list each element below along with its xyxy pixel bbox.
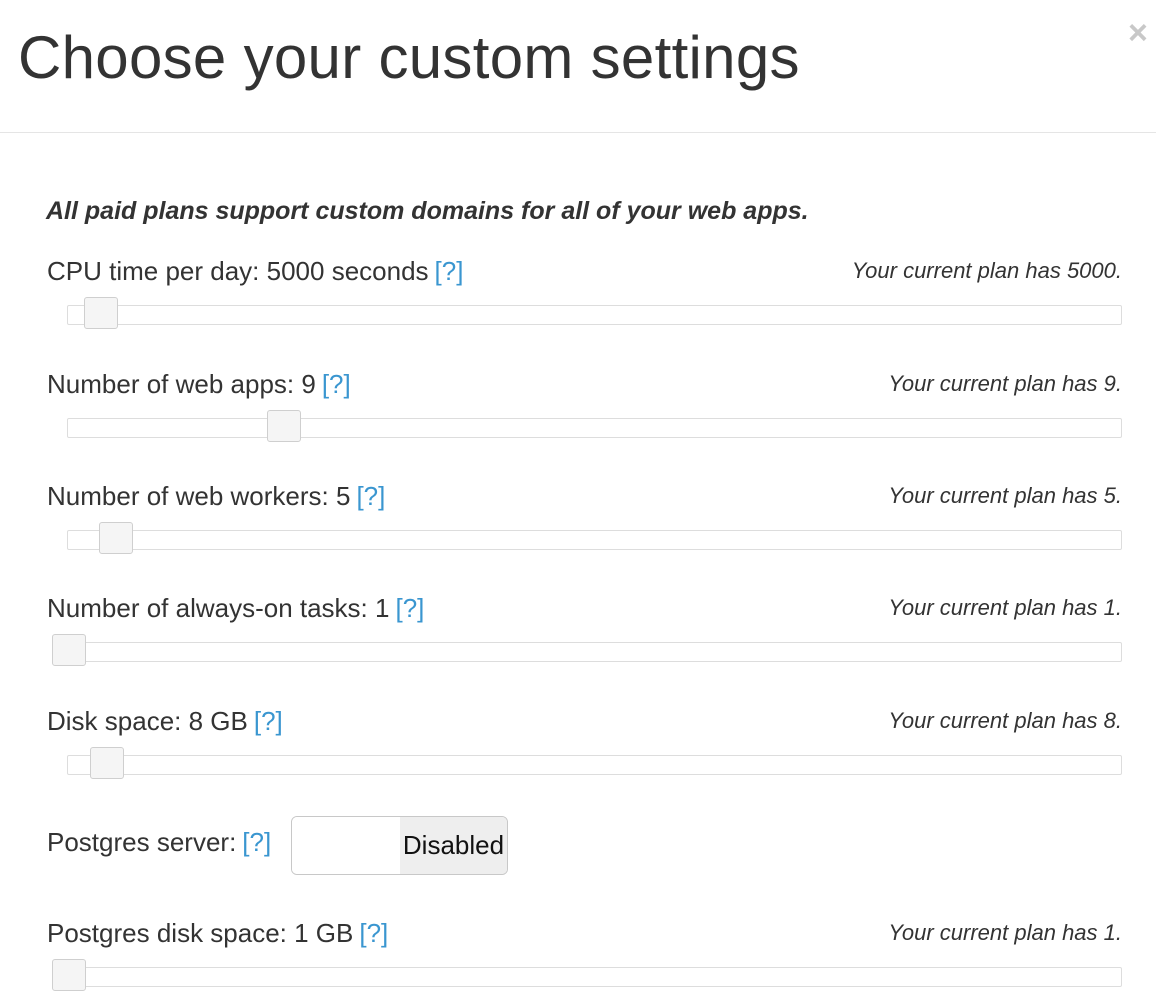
postgres-disk-space-slider-handle[interactable]: [52, 959, 86, 991]
postgres-disk-space-help-link[interactable]: [?]: [359, 918, 388, 948]
web-apps-help-link[interactable]: [?]: [322, 369, 351, 399]
always-on-tasks-slider-handle[interactable]: [52, 634, 86, 666]
dialog-title: Choose your custom settings: [18, 24, 800, 91]
web-apps-slider[interactable]: [67, 410, 1122, 442]
disk-space-slider[interactable]: [67, 747, 1122, 779]
setting-label-text: CPU time per day: 5000 seconds: [47, 256, 429, 286]
web-workers-slider-handle[interactable]: [99, 522, 134, 554]
web-workers-current: Your current plan has 5.: [888, 483, 1122, 508]
setting-label-text: Number of always-on tasks: 1: [47, 593, 390, 623]
web-apps-label: Number of web apps: 9 [?]: [47, 369, 351, 400]
setting-label-text: Postgres disk space: 1 GB: [47, 918, 354, 948]
intro-text: All paid plans support custom domains fo…: [46, 197, 809, 225]
always-on-tasks-help-link[interactable]: [?]: [395, 593, 424, 623]
web-workers-label: Number of web workers: 5 [?]: [47, 481, 385, 512]
setting-label-text: Disk space: 8 GB: [47, 706, 248, 736]
setting-label-text: Number of web apps: 9: [47, 369, 316, 399]
disk-space-current: Your current plan has 8.: [888, 708, 1122, 733]
dialog-header: Choose your custom settings ×: [0, 0, 1156, 133]
cpu-time-help-link[interactable]: [?]: [435, 256, 464, 286]
cpu-time-slider-handle[interactable]: [83, 297, 118, 329]
always-on-tasks-label: Number of always-on tasks: 1 [?]: [47, 593, 424, 624]
toggle-off-side: [292, 817, 400, 874]
postgres-server-toggle[interactable]: Disabled: [291, 816, 508, 875]
postgres-server-label: Postgres server: [?]: [47, 827, 271, 858]
setting-label-text: Number of web workers: 5: [47, 481, 351, 511]
cpu-time-label: CPU time per day: 5000 seconds [?]: [47, 256, 463, 287]
always-on-tasks-slider[interactable]: [52, 634, 1122, 666]
web-workers-slider[interactable]: [67, 522, 1122, 554]
disk-space-slider-handle[interactable]: [89, 747, 124, 779]
postgres-disk-space-slider[interactable]: [52, 959, 1122, 991]
web-apps-current: Your current plan has 9.: [888, 371, 1122, 396]
close-icon[interactable]: ×: [1128, 16, 1148, 50]
web-apps-slider-handle[interactable]: [267, 410, 302, 442]
web-workers-help-link[interactable]: [?]: [356, 481, 385, 511]
postgres-disk-space-label: Postgres disk space: 1 GB [?]: [47, 918, 388, 949]
toggle-state-label: Disabled: [400, 817, 507, 874]
disk-space-label: Disk space: 8 GB [?]: [47, 706, 283, 737]
always-on-tasks-current: Your current plan has 1.: [888, 595, 1122, 620]
postgres-disk-space-current: Your current plan has 1.: [888, 920, 1122, 945]
postgres-server-help-link[interactable]: [?]: [242, 827, 271, 857]
cpu-time-slider[interactable]: [67, 297, 1122, 329]
setting-label-text: Postgres server:: [47, 827, 237, 857]
cpu-time-current: Your current plan has 5000.: [851, 258, 1122, 283]
disk-space-help-link[interactable]: [?]: [254, 706, 283, 736]
